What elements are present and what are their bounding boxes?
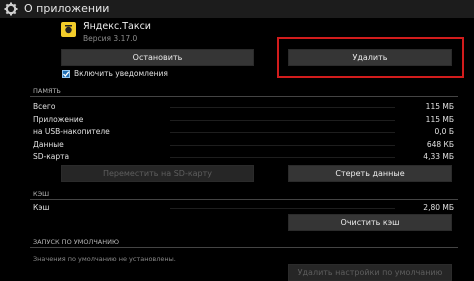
force-stop-button[interactable]: Остановить — [61, 49, 254, 66]
row-divider — [170, 157, 395, 158]
app-icon — [61, 22, 76, 37]
memory-row-data-label: Данные — [33, 140, 64, 149]
notifications-label[interactable]: Включить уведомления — [74, 69, 168, 78]
divider — [30, 199, 458, 200]
defaults-note: Значения по умолчанию не установлены. — [33, 255, 176, 263]
highlight-frame — [277, 37, 464, 78]
move-to-sd-button[interactable]: Переместить на SD-карту — [61, 165, 254, 182]
memory-row-app-value: 115 МБ — [425, 115, 454, 124]
divider — [30, 247, 458, 248]
cache-value: 2,80 МБ — [423, 203, 454, 212]
clear-defaults-button[interactable]: Удалить настройки по умолчанию — [288, 264, 452, 281]
app-version: Версия 3.17.0 — [83, 34, 138, 43]
memory-row-app-label: Приложение — [33, 115, 84, 124]
clear-data-button[interactable]: Стереть данные — [288, 165, 452, 182]
memory-row-sd-value: 4,33 МБ — [423, 152, 454, 161]
row-divider — [170, 120, 395, 121]
memory-row-usb-label: на USB-накопителе — [33, 127, 110, 136]
section-cache: КЭШ — [33, 190, 50, 198]
memory-row-usb-value: 0,0 Б — [434, 127, 454, 136]
notifications-checkbox[interactable] — [62, 70, 70, 78]
memory-row-data-value: 648 КБ — [426, 140, 454, 149]
clear-cache-button[interactable]: Очистить кэш — [288, 214, 452, 231]
divider — [30, 96, 458, 97]
memory-row-total-label: Всего — [33, 102, 56, 111]
row-divider — [170, 145, 395, 146]
section-memory: ПАМЯТЬ — [33, 87, 61, 95]
page-title: О приложении — [24, 2, 110, 15]
app-name: Яндекс.Такси — [83, 21, 151, 32]
memory-row-total-value: 115 МБ — [425, 102, 454, 111]
row-divider — [170, 107, 395, 108]
cache-label: Кэш — [33, 203, 50, 212]
taxi-logo-icon — [65, 25, 72, 34]
gear-icon[interactable] — [4, 2, 18, 16]
section-defaults: ЗАПУСК ПО УМОЛЧАНИЮ — [33, 238, 119, 246]
row-divider — [170, 208, 395, 209]
checkmark-icon — [63, 71, 70, 77]
memory-row-sd-label: SD-карта — [33, 152, 70, 161]
row-divider — [170, 132, 395, 133]
action-bar: О приложении — [0, 0, 474, 18]
